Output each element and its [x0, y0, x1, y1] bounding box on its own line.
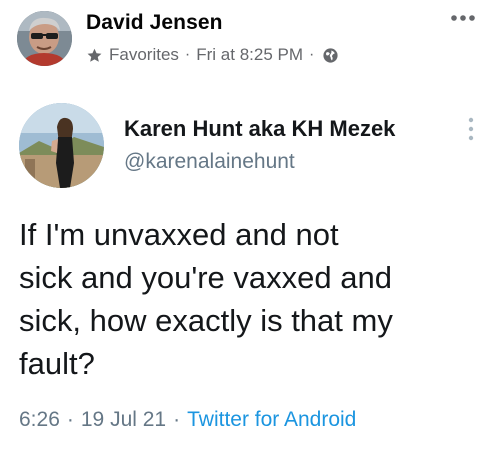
- post-author-avatar[interactable]: [17, 11, 72, 66]
- tweet-source-link[interactable]: Twitter for Android: [187, 408, 356, 432]
- post-timestamp[interactable]: Fri at 8:25 PM: [196, 45, 303, 65]
- meta-separator: ·: [309, 46, 315, 63]
- tweet-text: If I'm unvaxxed and not sick and you're …: [19, 217, 393, 381]
- tweet-author-avatar-image: [19, 103, 104, 188]
- post-meta-row: Favorites · Fri at 8:25 PM ·: [86, 44, 339, 66]
- screenshot-page: David Jensen Favorites · Fri at 8:25 PM …: [0, 0, 500, 464]
- more-horizontal-icon[interactable]: [446, 4, 480, 32]
- tweet-author-name[interactable]: Karen Hunt aka KH Mezek: [124, 116, 395, 142]
- tweet-footer: 6:26 · 19 Jul 21 · Twitter for Android: [19, 408, 356, 432]
- meta-separator: ·: [184, 46, 191, 63]
- more-vertical-icon[interactable]: [460, 114, 482, 144]
- post-author-avatar-image: [17, 11, 72, 66]
- footer-separator: ·: [66, 408, 74, 431]
- tweet-author-handle[interactable]: @karenalainehunt: [124, 150, 295, 174]
- tweet-author-avatar[interactable]: [19, 103, 104, 188]
- audience-label[interactable]: Favorites: [109, 45, 179, 65]
- post-author-name[interactable]: David Jensen: [86, 11, 223, 35]
- tweet-time[interactable]: 6:26: [19, 408, 60, 432]
- tweet-date[interactable]: 19 Jul 21: [81, 408, 166, 432]
- globe-icon: [322, 47, 339, 64]
- star-icon: [86, 47, 103, 64]
- footer-separator: ·: [173, 408, 181, 431]
